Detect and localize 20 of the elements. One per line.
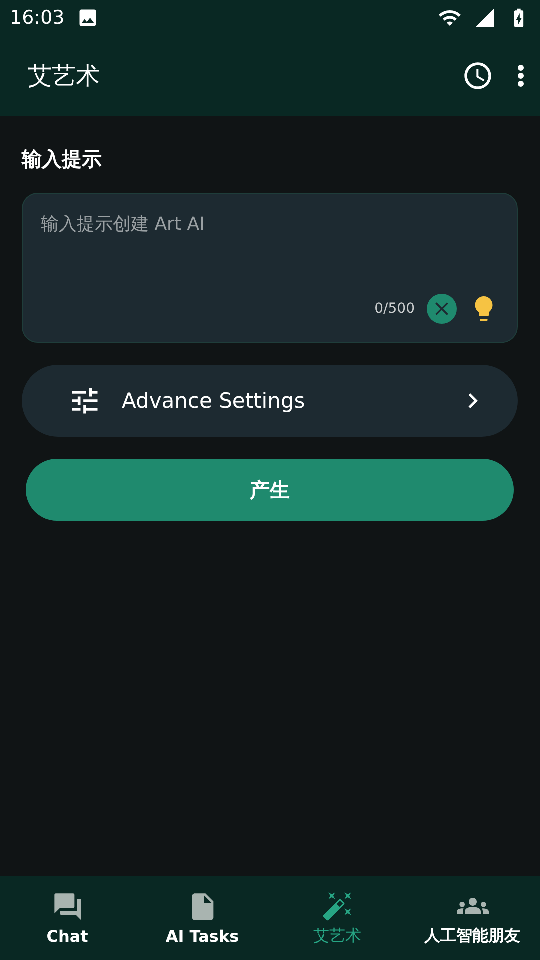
app-title: 艾艺术	[28, 61, 101, 92]
clear-button[interactable]	[427, 294, 457, 324]
more-vertical-icon	[518, 65, 524, 87]
nav-tab[interactable]: 艾艺术	[270, 876, 405, 960]
nav-tab[interactable]: AI Tasks	[135, 876, 270, 960]
status-time: 16:03	[10, 7, 65, 29]
signal-icon	[474, 7, 496, 29]
history-button[interactable]	[462, 60, 494, 92]
nav-tab[interactable]: Chat	[0, 876, 135, 960]
character-counter: 0/500	[374, 301, 415, 317]
clock-icon	[462, 60, 494, 92]
advance-settings-button[interactable]: Advance Settings	[22, 365, 518, 437]
more-menu-button[interactable]	[518, 65, 524, 87]
generate-button[interactable]: 产生	[26, 459, 514, 521]
prompt-label: 输入提示	[22, 146, 103, 173]
magic-wand-icon	[322, 890, 354, 922]
prompt-input[interactable]: 输入提示创建 Art AI	[41, 212, 499, 294]
nav-tab[interactable]: 人工智能朋友	[405, 876, 540, 960]
prompt-field[interactable]: 输入提示创建 Art AI 0/500	[22, 193, 518, 343]
chat-bubbles-icon	[52, 890, 84, 922]
